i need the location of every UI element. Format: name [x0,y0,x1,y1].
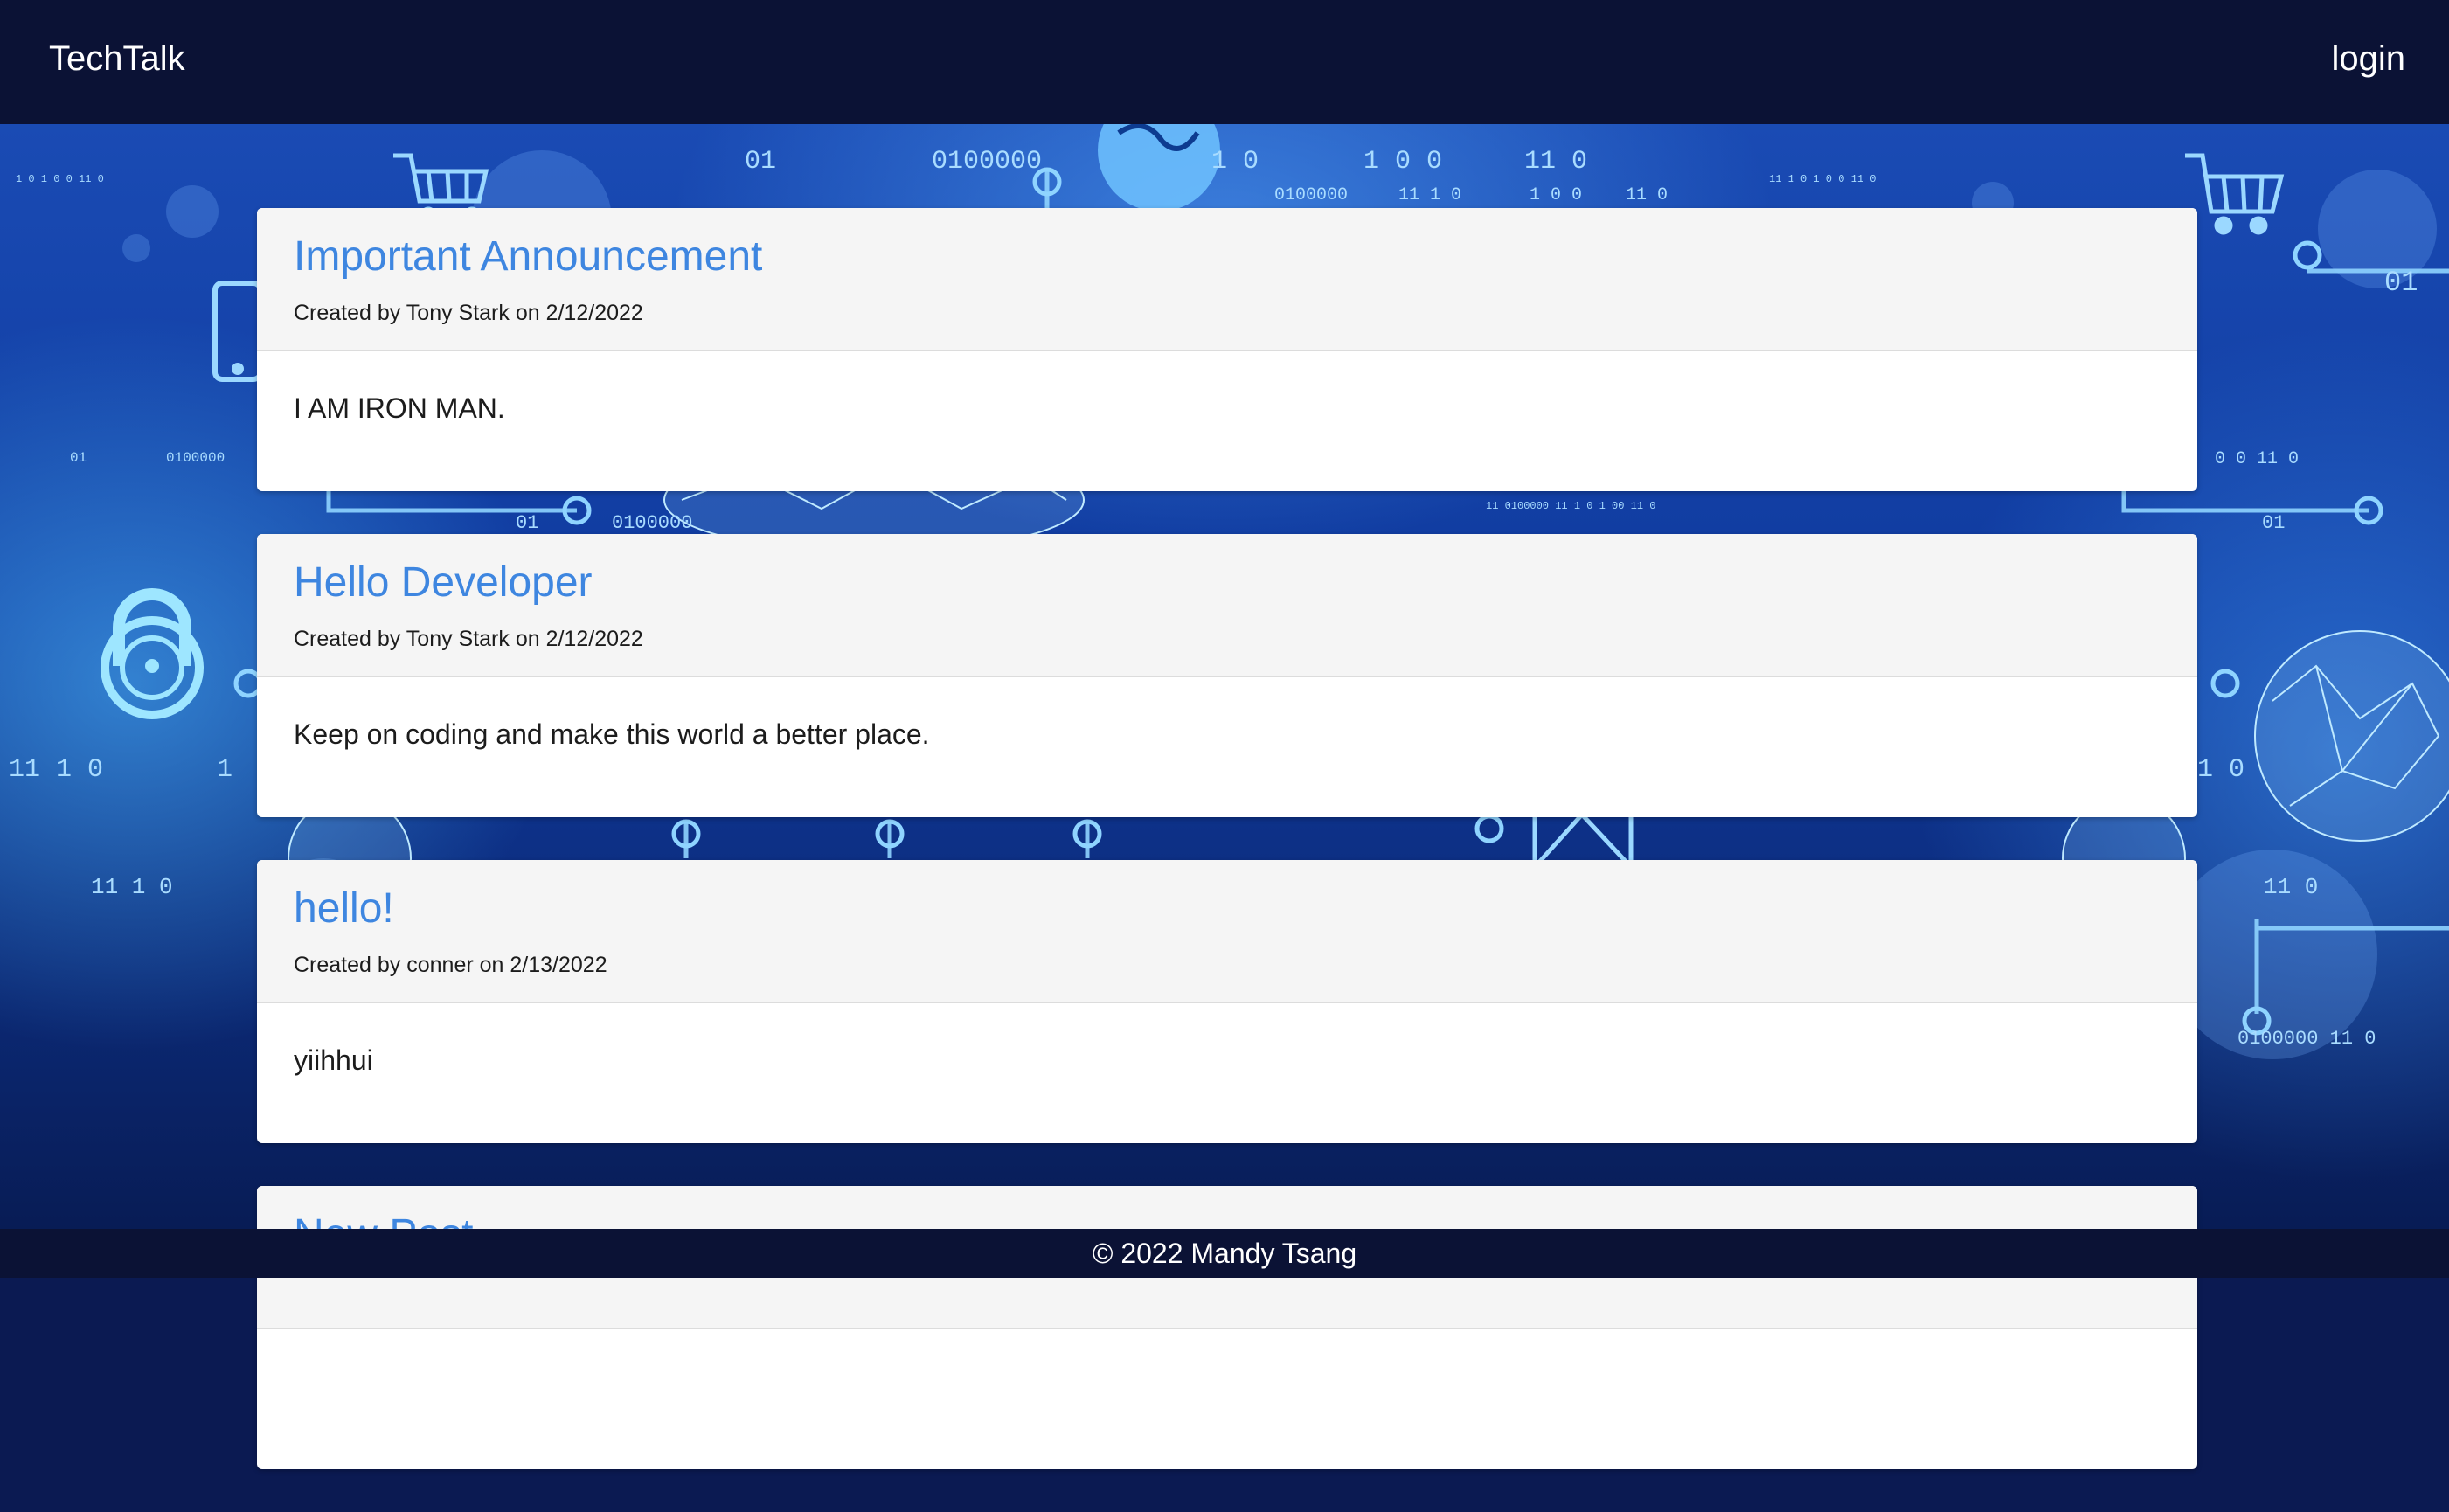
globe-icon [1098,124,1220,212]
post-meta: Created by Tony Stark on 2/12/2022 [294,301,643,325]
svg-text:1 0 0: 1 0 0 [1363,147,1442,177]
post-card: Hello Developer Created by Tony Stark on… [257,534,2197,817]
svg-text:11 1 0: 11 1 0 [91,874,173,900]
svg-text:1 0 0: 1 0 0 [1530,185,1582,205]
svg-text:0 0 11 0: 0 0 11 0 [2215,449,2299,469]
post-feed: Important Announcement Created by Tony S… [257,208,2197,1512]
brand-logo-link[interactable]: TechTalk [49,37,185,80]
post-card: Important Announcement Created by Tony S… [257,208,2197,491]
post-card-header: hello! Created by conner on 2/13/2022 [257,860,2197,1003]
svg-text:1 0 1 0 0 11 0: 1 0 1 0 0 11 0 [16,173,104,185]
svg-text:11 0: 11 0 [2264,874,2318,900]
svg-text:11 0: 11 0 [1524,147,1587,177]
shopping-cart-icon [2185,153,2285,235]
svg-text:11 1 0 1 0 0 11 0: 11 1 0 1 0 0 11 0 [1769,173,1876,185]
svg-text:1 0: 1 0 [1211,147,1259,177]
network-sphere-icon [2254,630,2449,842]
svg-text:11 1 0: 11 1 0 [1398,185,1461,205]
svg-text:0100000: 0100000 [1274,185,1348,205]
post-card-header: Important Announcement Created by Tony S… [257,208,2197,351]
login-link[interactable]: login [2331,37,2405,80]
svg-text:01: 01 [2384,267,2418,299]
svg-text:1 0: 1 0 [2197,755,2244,785]
page-footer: © 2022 Mandy Tsang [0,1229,2449,1278]
phone-icon [212,281,263,382]
post-meta: Created by conner on 2/13/2022 [294,953,607,977]
svg-text:1: 1 [217,755,232,785]
svg-text:01: 01 [2262,512,2285,534]
post-body: Keep on coding and make this world a bet… [294,718,930,750]
svg-text:0100000: 0100000 [932,147,1042,177]
svg-text:01: 01 [745,147,776,177]
post-card-header: Hello Developer Created by Tony Stark on… [257,534,2197,677]
copyright-text: © 2022 Mandy Tsang [1092,1238,1357,1269]
svg-text:0100000 11 0: 0100000 11 0 [2237,1028,2376,1050]
post-body [257,1329,2197,1469]
svg-text:0100000: 0100000 [166,450,225,466]
svg-text:11 1 0: 11 1 0 [9,755,103,785]
top-navbar: TechTalk login [0,0,2449,124]
post-meta: Created by Tony Stark on 2/12/2022 [294,627,643,651]
post-title-link[interactable]: hello! [294,883,2161,935]
svg-text:01: 01 [70,450,87,466]
svg-text:11 0: 11 0 [1626,185,1668,205]
post-card: hello! Created by conner on 2/13/2022 yi… [257,860,2197,1143]
post-title-link[interactable]: Important Announcement [294,231,2161,283]
padlock-icon [101,588,204,719]
post-body: yiihhui [294,1044,373,1076]
post-body: I AM IRON MAN. [294,392,505,424]
post-title-link[interactable]: Hello Developer [294,557,2161,609]
